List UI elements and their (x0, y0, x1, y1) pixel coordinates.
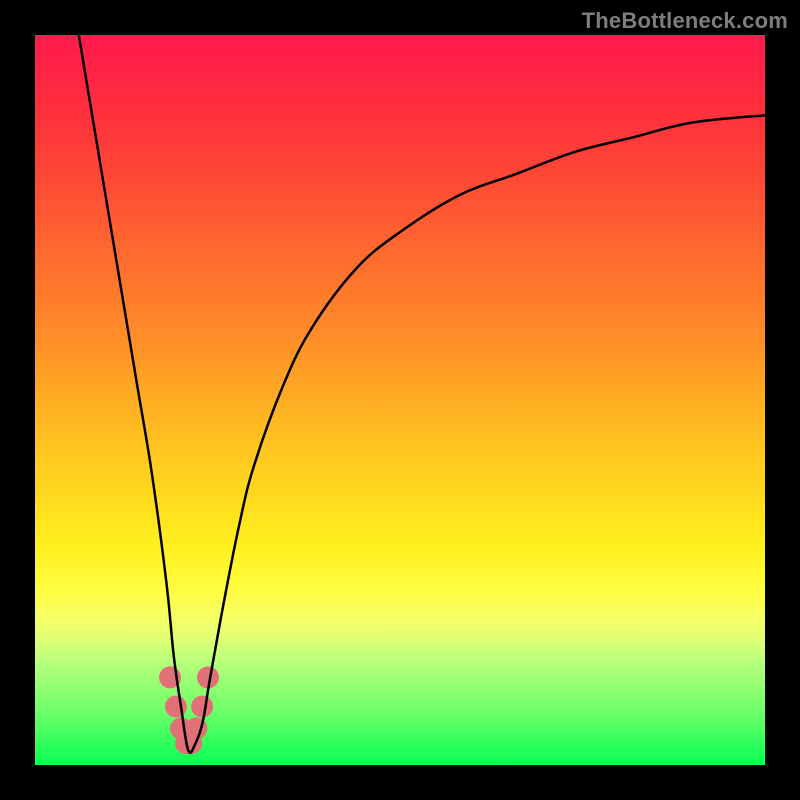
plot-area (35, 35, 765, 765)
plot-svg (35, 35, 765, 765)
minimum-marker (165, 696, 187, 718)
watermark-text: TheBottleneck.com (582, 8, 788, 34)
bottleneck-curve (79, 35, 765, 753)
chart-container: TheBottleneck.com (0, 0, 800, 800)
minimum-marker (191, 696, 213, 718)
